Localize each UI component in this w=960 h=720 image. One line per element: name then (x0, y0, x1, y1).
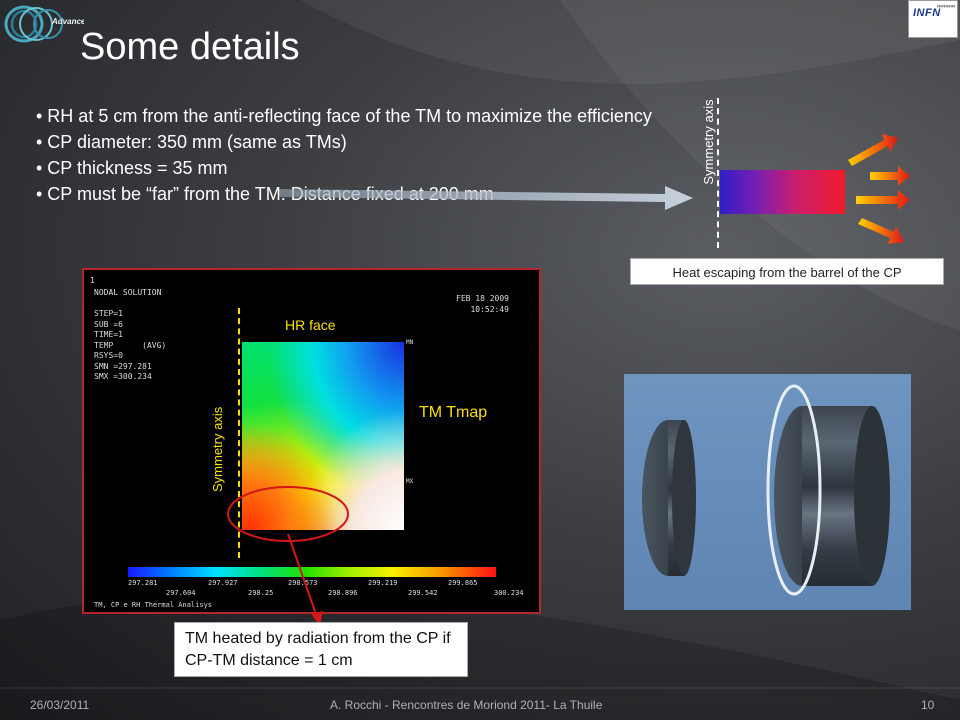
infn-logo: INFN ▮▮▮▮▮▮▮▮▮▮▮ (908, 0, 958, 38)
bullet-item: • CP thickness = 35 mm (36, 158, 228, 178)
3d-render (624, 374, 911, 610)
footer-date: 26/03/2011 (30, 698, 90, 712)
slide-title: Some details (80, 26, 300, 68)
hr-face-label: HR face (285, 317, 336, 333)
tick-label: 298.25 (248, 589, 274, 597)
bullet-item: • RH at 5 cm from the anti-reflecting fa… (36, 106, 652, 126)
cp-barrel (720, 170, 845, 214)
tick-label: 297.281 (128, 579, 158, 587)
tick-label: 300.234 (494, 589, 524, 597)
tm-tmap-label: TM Tmap (419, 404, 488, 421)
tick-label: 299.219 (368, 579, 398, 587)
plot-footer: TM, CP e RH Thermal Analisys (94, 601, 213, 609)
max-marker: MX (406, 478, 414, 485)
plot-header: NODAL SOLUTION STEP=1 SUB =6 TIME=1 TEMP… (94, 288, 167, 381)
bullet-item: • CP diameter: 350 mm (same as TMs) (36, 132, 347, 152)
tick-label: 299.542 (408, 589, 438, 597)
symmetry-axis-label: Symmetry axis (701, 99, 716, 185)
callout-arrow (287, 533, 323, 626)
tick-label: 297.604 (166, 589, 196, 597)
plot-date: FEB 18 2009 10:52:49 (456, 294, 509, 314)
tick-label: 297.927 (208, 579, 238, 587)
symmetry-axis-label-plot: Symmetry axis (210, 406, 225, 492)
page-number: 10 (921, 698, 935, 712)
symmetry-axis-line (717, 98, 719, 248)
logo-text: Advanced Virgo (51, 17, 84, 26)
tick-label: 299.865 (448, 579, 478, 587)
pointer-arrow (279, 186, 693, 210)
callout-box: TM heated by radiation from the CP if CP… (174, 622, 468, 677)
footer-center: A. Rocchi - Rencontres de Moriond 2011- … (330, 698, 603, 712)
advanced-virgo-logo: Advanced Virgo (2, 2, 113, 46)
heat-rays (848, 134, 910, 244)
min-marker: MN (406, 339, 414, 346)
heat-caption: Heat escaping from the barrel of the CP (630, 258, 944, 285)
plot-index: 1 (90, 276, 95, 285)
